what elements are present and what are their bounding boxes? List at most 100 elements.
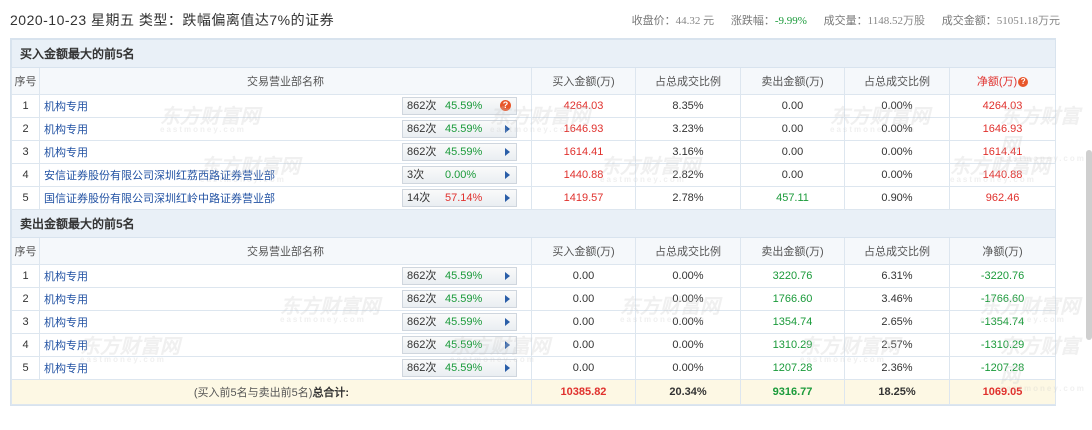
col-sell: 卖出金额(万) (740, 67, 845, 95)
col-buy-ratio: 占总成交比例 (635, 237, 741, 265)
row-net: -1207.28 (948, 356, 1057, 380)
appearance-count-button[interactable]: 862次 45.59% (402, 313, 517, 331)
row-buy: 0.00 (531, 333, 636, 357)
header-bar: 2020-10-23 星期五 类型：跌幅偏离值达7%的证券 收盘价：44.32 … (10, 8, 1060, 32)
play-arrow-icon (505, 194, 510, 202)
table-row: 4 机构专用 862次 45.59% 0.00 0.00% 1310.29 2.57% -131… (11, 333, 1057, 357)
table-row: 5 国信证券股份有限公司深圳红岭中路证券营业部 14次 57.14% 1419.57 2.… (11, 186, 1057, 210)
broker-link[interactable]: 机构专用 (44, 124, 88, 136)
row-net: -3220.76 (948, 264, 1057, 288)
row-buy: 1440.88 (531, 163, 636, 187)
row-seq: 4 (11, 333, 40, 357)
row-sell: 457.11 (740, 186, 845, 210)
win-rate: 45.59% (445, 293, 483, 305)
row-name-cell: 机构专用 862次 45.59% (39, 117, 532, 141)
table-row: 3 机构专用 862次 45.59% 0.00 0.00% 1354.74 2.65% -135… (11, 310, 1057, 334)
row-net: 1646.93 (948, 117, 1057, 141)
row-sell: 0.00 (740, 117, 845, 141)
col-buy: 买入金额(万) (531, 237, 636, 265)
row-sell-ratio: 0.00% (844, 163, 950, 187)
win-rate: 45.59% (445, 339, 483, 351)
appearance-count-button[interactable]: 14次 57.14% (402, 189, 517, 207)
row-buy-ratio: 3.16% (635, 140, 741, 164)
row-sell-ratio: 6.31% (844, 264, 950, 288)
broker-link[interactable]: 安信证券股份有限公司深圳红荔西路证券营业部 (44, 170, 275, 182)
col-buy-ratio: 占总成交比例 (635, 67, 741, 95)
broker-link[interactable]: 机构专用 (44, 317, 88, 329)
row-sell-ratio: 3.46% (844, 287, 950, 311)
row-seq: 3 (11, 310, 40, 334)
row-buy: 0.00 (531, 264, 636, 288)
col-sell-ratio: 占总成交比例 (844, 237, 950, 265)
row-name-cell: 机构专用 862次 45.59%? (39, 94, 532, 118)
table-row: 1 机构专用 862次 45.59% 0.00 0.00% 3220.76 6.31% -322… (11, 264, 1057, 288)
row-sell-ratio: 0.00% (844, 117, 950, 141)
appearance-count: 862次 (407, 316, 437, 328)
broker-link[interactable]: 机构专用 (44, 147, 88, 159)
row-seq: 4 (11, 163, 40, 187)
appearance-count-button[interactable]: 862次 45.59% (402, 336, 517, 354)
row-buy-ratio: 8.35% (635, 94, 741, 118)
buy-column-header-row: 序号 交易营业部名称 买入金额(万) 占总成交比例 卖出金额(万) 占总成交比例… (11, 67, 1057, 95)
row-sell: 1310.29 (740, 333, 845, 357)
close-price: 收盘价：44.32 元 (631, 15, 715, 27)
total-sell-ratio: 18.25% (844, 379, 950, 405)
table-row: 1 机构专用 862次 45.59%? 4264.03 8.35% 0.00 0.00% 426… (11, 94, 1057, 118)
row-buy-ratio: 2.82% (635, 163, 741, 187)
row-seq: 1 (11, 94, 40, 118)
row-net: 4264.03 (948, 94, 1057, 118)
row-seq: 2 (11, 287, 40, 311)
sell-section-header: 卖出金额最大的前5名 (10, 209, 1057, 238)
broker-link[interactable]: 机构专用 (44, 294, 88, 306)
broker-link[interactable]: 机构专用 (44, 271, 88, 283)
broker-link[interactable]: 国信证券股份有限公司深圳红岭中路证券营业部 (44, 193, 275, 205)
appearance-count: 862次 (407, 293, 437, 305)
buy-section-header: 买入金额最大的前5名 (10, 39, 1057, 68)
appearance-count-button[interactable]: 862次 45.59% (402, 267, 517, 285)
col-net: 净额(万)? (948, 67, 1057, 95)
row-sell: 0.00 (740, 163, 845, 187)
question-icon[interactable]: ? (500, 100, 511, 111)
win-rate: 45.59% (445, 270, 483, 282)
row-buy-ratio: 0.00% (635, 264, 741, 288)
page-title: 2020-10-23 星期五 类型：跌幅偏离值达7%的证券 (10, 12, 335, 28)
scrollbar[interactable] (1086, 150, 1092, 340)
col-seq: 序号 (11, 237, 40, 265)
appearance-count-button[interactable]: 862次 45.59% (402, 359, 517, 377)
play-arrow-icon (505, 272, 510, 280)
broker-link[interactable]: 机构专用 (44, 363, 88, 375)
row-seq: 2 (11, 117, 40, 141)
appearance-count-button[interactable]: 862次 45.59% (402, 290, 517, 308)
broker-link[interactable]: 机构专用 (44, 340, 88, 352)
row-net: -1766.60 (948, 287, 1057, 311)
table-row: 2 机构专用 862次 45.59% 1646.93 3.23% 0.00 0.00% 1646… (11, 117, 1057, 141)
volume: 成交量：1148.52万股 (823, 15, 925, 27)
row-sell: 0.00 (740, 140, 845, 164)
total-row: (买入前5名与卖出前5名)总合计: 10385.82 20.34% 9316.7… (11, 379, 1057, 405)
play-arrow-icon (505, 148, 510, 156)
total-label: (买入前5名与卖出前5名)总合计: (11, 379, 532, 405)
row-seq: 1 (11, 264, 40, 288)
row-buy: 1646.93 (531, 117, 636, 141)
sell-section-title: 卖出金额最大的前5名 (10, 209, 1057, 238)
win-rate: 45.59% (445, 123, 483, 135)
col-seq: 序号 (11, 67, 40, 95)
appearance-count-button[interactable]: 3次 0.00% (402, 166, 517, 184)
row-sell: 1766.60 (740, 287, 845, 311)
question-icon[interactable]: ? (1018, 77, 1029, 87)
row-buy: 0.00 (531, 287, 636, 311)
appearance-count-button[interactable]: 862次 45.59% (402, 120, 517, 138)
change-percent: 涨跌幅：-9.99% (730, 15, 807, 27)
appearance-count-button[interactable]: 862次 45.59%? (402, 97, 517, 115)
row-sell-ratio: 2.65% (844, 310, 950, 334)
row-sell: 0.00 (740, 94, 845, 118)
win-rate: 45.59% (445, 146, 483, 158)
broker-link[interactable]: 机构专用 (44, 101, 88, 113)
sell-column-header-row: 序号 交易营业部名称 买入金额(万) 占总成交比例 卖出金额(万) 占总成交比例… (11, 237, 1057, 265)
row-name-cell: 机构专用 862次 45.59% (39, 287, 532, 311)
col-net: 净额(万) (948, 237, 1057, 265)
win-rate: 45.59% (445, 100, 483, 112)
col-sell-ratio: 占总成交比例 (844, 67, 950, 95)
appearance-count-button[interactable]: 862次 45.59% (402, 143, 517, 161)
row-net: -1354.74 (948, 310, 1057, 334)
